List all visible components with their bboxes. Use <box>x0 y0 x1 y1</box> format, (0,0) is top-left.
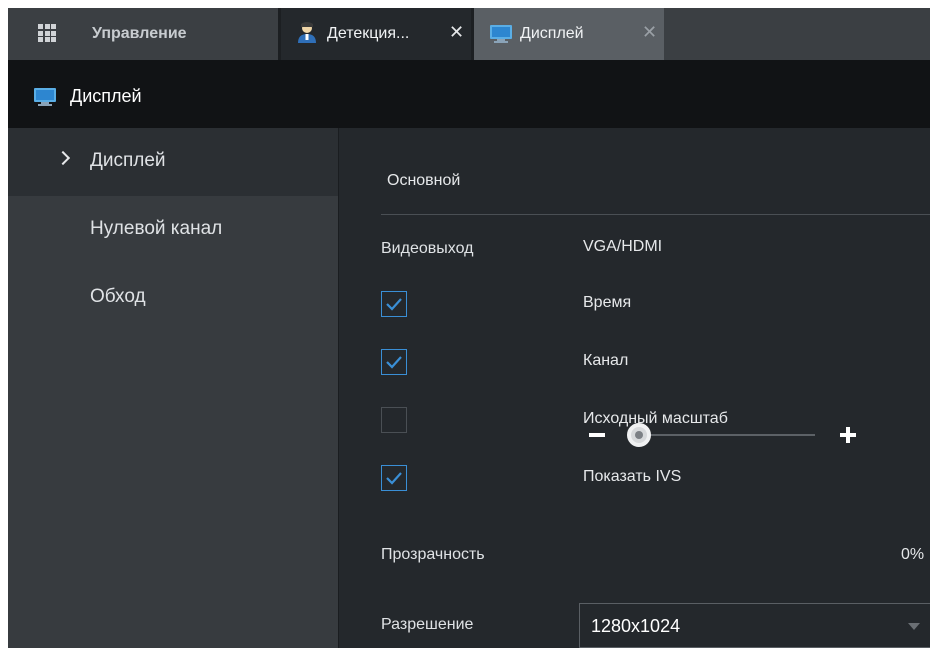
caret-down-icon <box>908 623 920 630</box>
sidebar-item-tour[interactable]: Обход <box>8 264 338 332</box>
sidebar-item-label: Нулевой канал <box>90 218 223 239</box>
video-output-value: VGA/HDMI <box>583 238 663 255</box>
original-scale-checkbox[interactable] <box>381 407 407 433</box>
monitor-icon <box>490 25 512 43</box>
time-checkbox-label: Время <box>583 294 632 311</box>
tab-display-label: Дисплей <box>520 25 584 42</box>
sidebar: Дисплей Нулевой канал Обход <box>8 128 338 648</box>
divider <box>381 214 930 215</box>
resolution-select-value: 1280x1024 <box>591 616 681 636</box>
show-ivs-checkbox-label: Показать IVS <box>583 468 682 485</box>
original-scale-checkbox-label: Исходный масштаб <box>583 410 728 427</box>
minus-icon[interactable] <box>589 433 605 437</box>
tab-detection-label: Детекция... <box>327 25 410 42</box>
chevron-right-icon <box>55 150 71 166</box>
checkmark-icon <box>386 298 402 311</box>
sidebar-item-label: Обход <box>90 286 146 307</box>
sidebar-item-label: Дисплей <box>90 150 166 171</box>
video-output-label: Видеовыход <box>381 240 474 257</box>
show-ivs-checkbox[interactable] <box>381 465 407 491</box>
resolution-select[interactable]: 1280x1024 <box>579 603 930 648</box>
transparency-slider-track[interactable] <box>635 434 815 436</box>
checkmark-icon <box>386 356 402 369</box>
grid-icon <box>38 24 56 42</box>
resolution-label: Разрешение <box>381 616 474 633</box>
time-checkbox[interactable] <box>381 291 407 317</box>
tab-home[interactable]: Управление <box>8 8 278 60</box>
plus-icon-vertical <box>846 427 850 443</box>
sidebar-item-display[interactable]: Дисплей <box>8 128 338 196</box>
transparency-value: 0% <box>901 546 925 563</box>
checkmark-icon <box>386 472 402 485</box>
main-panel: Основной Видеовыход VGA/HDMI Время Канал… <box>338 128 930 648</box>
page-title: Дисплей <box>70 86 142 106</box>
close-icon[interactable]: ✕ <box>449 22 464 42</box>
person-icon <box>298 22 316 43</box>
transparency-slider-thumb[interactable] <box>627 423 651 447</box>
monitor-icon <box>34 88 56 106</box>
channel-checkbox-label: Канал <box>583 352 629 369</box>
app-window: Управление Детекция... ✕ Дисплей ✕ Диспл… <box>8 8 930 648</box>
channel-checkbox[interactable] <box>381 349 407 375</box>
tab-display[interactable]: Дисплей ✕ <box>474 8 664 60</box>
page-header: Дисплей <box>8 60 930 128</box>
transparency-label: Прозрачность <box>381 546 485 563</box>
tab-home-label: Управление <box>92 25 187 42</box>
sidebar-item-zero-channel[interactable]: Нулевой канал <box>8 196 338 264</box>
tab-detection[interactable]: Детекция... ✕ <box>281 8 471 60</box>
section-title: Основной <box>387 172 461 189</box>
tab-bar: Управление Детекция... ✕ Дисплей ✕ <box>8 8 930 60</box>
close-icon[interactable]: ✕ <box>642 22 657 42</box>
